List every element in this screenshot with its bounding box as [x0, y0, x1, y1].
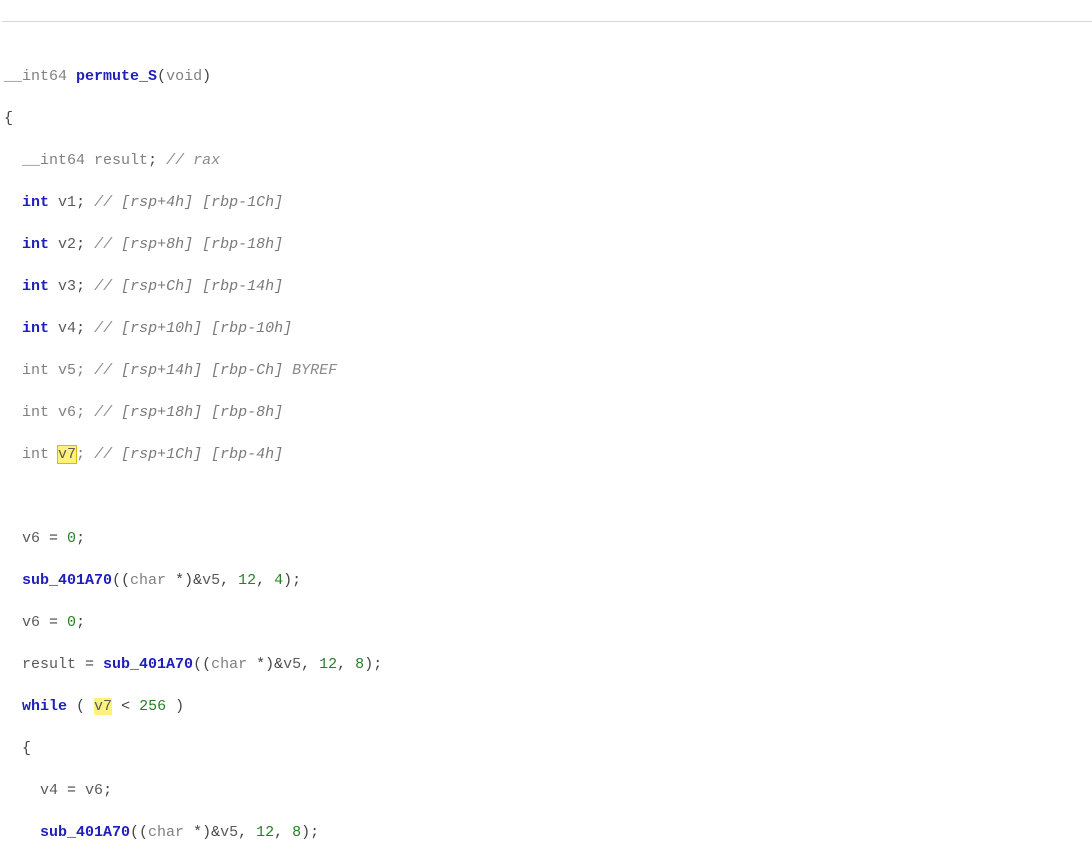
paren-close: ) [202, 68, 211, 85]
code-line-16[interactable]: while ( v7 < 256 ) [2, 696, 1092, 717]
code-line-11[interactable] [2, 486, 1092, 507]
var-name: v1 [58, 194, 76, 211]
code-line-6[interactable]: int v3; // [rsp+Ch] [rbp-14h] [2, 276, 1092, 297]
code-line-18[interactable]: v4 = v6; [2, 780, 1092, 801]
code-line-2[interactable]: { [2, 108, 1092, 129]
highlighted-v7: v7 [94, 698, 112, 715]
code-line-15[interactable]: result = sub_401A70((char *)&v5, 12, 8); [2, 654, 1092, 675]
type-token: __int64 [4, 68, 67, 85]
code-line-13[interactable]: sub_401A70((char *)&v5, 12, 4); [2, 570, 1092, 591]
void-token: void [166, 68, 202, 85]
keyword-int: int [22, 194, 49, 211]
code-line-5[interactable]: int v2; // [rsp+8h] [rbp-18h] [2, 234, 1092, 255]
type-token: __int64 [22, 152, 85, 169]
code-line-17[interactable]: { [2, 738, 1092, 759]
code-line-4[interactable]: int v1; // [rsp+4h] [rbp-1Ch] [2, 192, 1092, 213]
code-line-19[interactable]: sub_401A70((char *)&v5, 12, 8); [2, 822, 1092, 843]
brace-open: { [4, 110, 13, 127]
code-line-3[interactable]: __int64 result; // rax [2, 150, 1092, 171]
comment-slash: // [166, 152, 184, 169]
comment-text: rax [184, 152, 220, 169]
code-editor[interactable]: __int64 permute_S(void) { __int64 result… [0, 0, 1092, 849]
code-line-14[interactable]: v6 = 0; [2, 612, 1092, 633]
function-name: permute_S [76, 68, 157, 85]
top-rule [2, 21, 1092, 22]
code-line-7[interactable]: int v4; // [rsp+10h] [rbp-10h] [2, 318, 1092, 339]
code-line-1[interactable]: __int64 permute_S(void) [2, 66, 1092, 87]
paren-open: ( [157, 68, 166, 85]
code-line-8[interactable]: int v5; // [rsp+14h] [rbp-Ch] BYREF [2, 360, 1092, 381]
var-name: result [94, 152, 148, 169]
code-line-12[interactable]: v6 = 0; [2, 528, 1092, 549]
code-line-10[interactable]: int v7; // [rsp+1Ch] [rbp-4h] [2, 444, 1092, 465]
code-line-9[interactable]: int v6; // [rsp+18h] [rbp-8h] [2, 402, 1092, 423]
highlighted-v7: v7 [58, 446, 76, 463]
